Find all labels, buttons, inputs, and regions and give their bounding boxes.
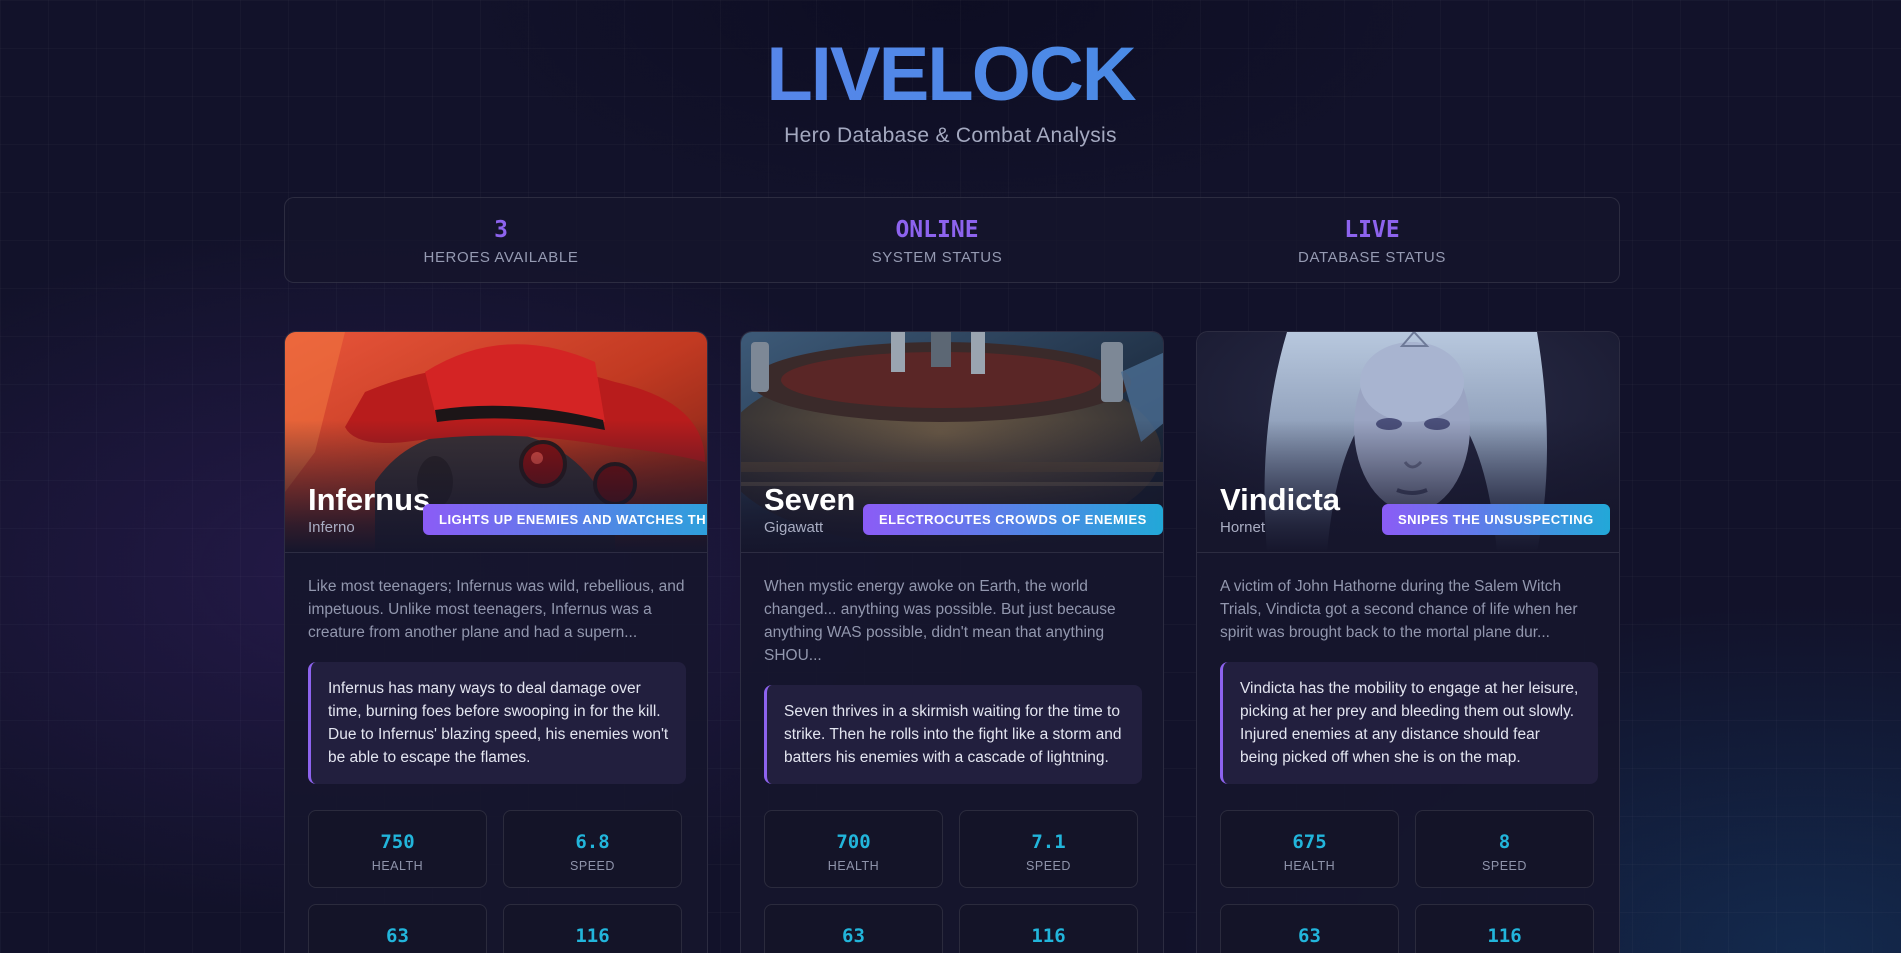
hero-lore: Like most teenagers; Infernus was wild, … (308, 578, 685, 641)
metric-stat-4: 116 (959, 904, 1138, 953)
metric-value: 116 (1487, 925, 1522, 947)
metric-speed: 6.8 SPEED (503, 810, 682, 888)
page-subtitle: Hero Database & Combat Analysis (784, 124, 1117, 147)
metric-value: 63 (842, 925, 865, 947)
stat-label: DATABASE STATUS (1298, 249, 1446, 266)
hero-card-infernus[interactable]: Infernus Inferno LIGHTS UP ENEMIES AND W… (284, 331, 708, 953)
stat-value: LIVE (1344, 217, 1400, 243)
hero-alias: Gigawatt (764, 519, 824, 536)
stat-label: HEROES AVAILABLE (423, 249, 579, 266)
hero-role-badge: SNIPES THE UNSUSPECTING (1382, 504, 1610, 535)
metric-stat-3: 63 (1220, 904, 1399, 953)
hero-role-badge: LIGHTS UP ENEMIES AND WATCHES THEM (423, 504, 707, 535)
hero-role-badge: ELECTROCUTES CROWDS OF ENEMIES (863, 504, 1163, 535)
app-logo-title: LIVELOCK (0, 30, 1901, 120)
metric-value: 675 (1292, 831, 1327, 853)
metric-value: 6.8 (575, 831, 610, 853)
metric-value: 7.1 (1031, 831, 1066, 853)
hero-lore: A victim of John Hathorne during the Sal… (1220, 578, 1578, 641)
hero-playstyle: Seven thrives in a skirmish waiting for … (764, 685, 1142, 784)
metric-value: 63 (386, 925, 409, 947)
card-divider (1197, 552, 1619, 553)
metric-value: 8 (1498, 831, 1511, 853)
hero-card-vindicta[interactable]: Vindicta Hornet SNIPES THE UNSUSPECTING … (1196, 331, 1620, 953)
card-divider (285, 552, 707, 553)
metric-label: SPEED (1026, 859, 1071, 873)
card-divider (741, 552, 1163, 553)
metric-value: 116 (575, 925, 610, 947)
metric-label: SPEED (1482, 859, 1527, 873)
metric-label: HEALTH (827, 859, 880, 873)
metric-label: HEALTH (1283, 859, 1336, 873)
hero-lore: When mystic energy awoke on Earth, the w… (764, 578, 1116, 664)
metric-health: 700 HEALTH (764, 810, 943, 888)
stat-system-status: ONLINE SYSTEM STATUS (787, 215, 1087, 266)
metric-value: 750 (380, 831, 415, 853)
metric-stat-4: 116 (503, 904, 682, 953)
metric-stat-3: 63 (308, 904, 487, 953)
hero-name: Seven (764, 482, 856, 517)
hero-name: Vindicta (1220, 482, 1341, 517)
metric-label: HEALTH (371, 859, 424, 873)
metric-value: 116 (1031, 925, 1066, 947)
metric-health: 750 HEALTH (308, 810, 487, 888)
metric-label: SPEED (570, 859, 615, 873)
metric-speed: 7.1 SPEED (959, 810, 1138, 888)
stat-label: SYSTEM STATUS (871, 249, 1003, 266)
hero-card-seven[interactable]: Seven Gigawatt ELECTROCUTES CROWDS OF EN… (740, 331, 1164, 953)
metric-value: 700 (836, 831, 871, 853)
stat-value: 3 (494, 217, 508, 243)
hero-alias: Hornet (1220, 519, 1266, 536)
hero-name: Infernus (308, 482, 431, 517)
metric-speed: 8 SPEED (1415, 810, 1594, 888)
hero-alias: Inferno (308, 519, 355, 536)
metric-value: 63 (1298, 925, 1321, 947)
stat-heroes-available: 3 HEROES AVAILABLE (351, 215, 651, 266)
metric-stat-3: 63 (764, 904, 943, 953)
hero-playstyle: Infernus has many ways to deal damage ov… (308, 662, 686, 784)
stat-database-status: LIVE DATABASE STATUS (1222, 215, 1522, 266)
hero-playstyle: Vindicta has the mobility to engage at h… (1220, 662, 1598, 784)
stats-bar: 3 HEROES AVAILABLE ONLINE SYSTEM STATUS … (284, 197, 1620, 283)
stat-value: ONLINE (895, 217, 979, 243)
metric-stat-4: 116 (1415, 904, 1594, 953)
metric-health: 675 HEALTH (1220, 810, 1399, 888)
